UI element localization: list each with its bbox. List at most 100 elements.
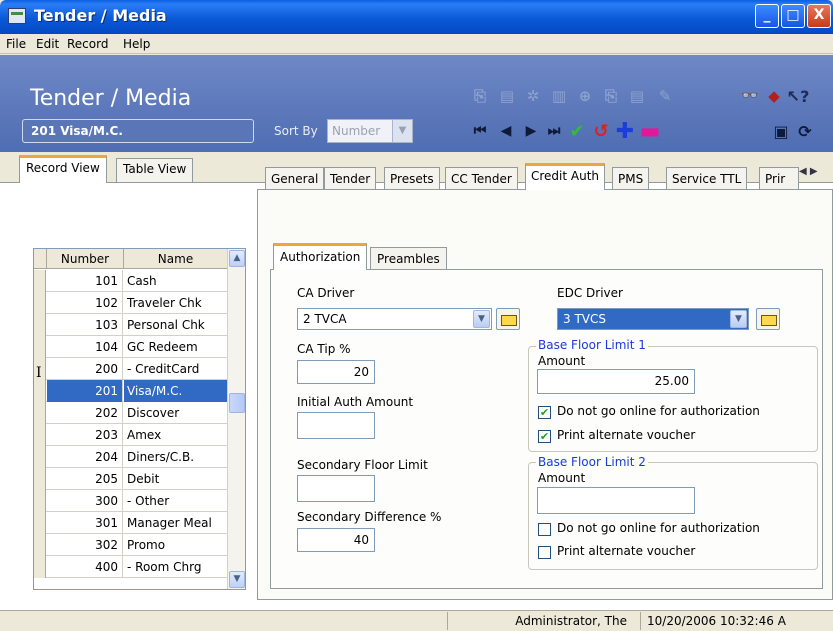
cell-number[interactable]: 300 xyxy=(47,490,123,512)
tab-credit-auth[interactable]: Credit Auth xyxy=(525,163,606,190)
find-binoculars-icon[interactable]: 👓 xyxy=(740,86,760,106)
row-header[interactable] xyxy=(34,380,46,402)
secondary-diff-field[interactable]: 40 xyxy=(297,528,375,552)
column-name[interactable]: Name xyxy=(124,249,227,269)
eraser-icon[interactable]: ◆ xyxy=(764,86,784,106)
refresh-icon[interactable]: ⟳ xyxy=(795,121,815,141)
bfl2-print-voucher-checkbox[interactable] xyxy=(538,546,551,559)
prev-record-icon[interactable]: ◀ xyxy=(496,121,516,141)
cell-name[interactable]: Discover xyxy=(124,402,227,424)
bfl1-no-online-checkbox[interactable]: ✔ xyxy=(538,406,551,419)
first-record-icon[interactable]: ⏮ xyxy=(470,121,490,141)
row-header[interactable] xyxy=(34,490,46,512)
cell-name[interactable]: Debit xyxy=(124,468,227,490)
close-button[interactable]: X xyxy=(807,4,831,28)
tab-table-view[interactable]: Table View xyxy=(116,158,194,182)
add-record-icon[interactable]: ✚ xyxy=(615,119,635,144)
row-header[interactable] xyxy=(34,446,46,468)
scroll-down-icon[interactable]: ▼ xyxy=(229,571,245,588)
cell-number[interactable]: 101 xyxy=(47,270,123,292)
last-record-icon[interactable]: ⏭ xyxy=(544,121,564,141)
cell-number[interactable]: 301 xyxy=(47,512,123,534)
delete-record-icon[interactable]: ▬ xyxy=(640,119,661,144)
row-header[interactable] xyxy=(34,270,46,292)
bfl1-print-voucher-checkbox[interactable]: ✔ xyxy=(538,430,551,443)
row-header[interactable] xyxy=(34,512,46,534)
bfl2-no-online-checkbox[interactable] xyxy=(538,523,551,536)
paste-format-icon[interactable]: ▤ xyxy=(627,86,647,106)
cell-number[interactable]: 102 xyxy=(47,292,123,314)
table-row[interactable]: 205 Debit xyxy=(34,468,227,490)
row-header[interactable] xyxy=(34,314,46,336)
table-row[interactable]: 204 Diners/C.B. xyxy=(34,446,227,468)
cell-number[interactable]: 205 xyxy=(47,468,123,490)
edc-driver-folder-icon[interactable] xyxy=(756,308,780,330)
paste-icon[interactable]: ▤ xyxy=(497,86,517,106)
table-row[interactable]: 302 Promo xyxy=(34,534,227,556)
sort-by-select[interactable]: Number ▼ xyxy=(327,119,413,143)
cell-number[interactable]: 202 xyxy=(47,402,123,424)
copy-icon[interactable]: ⎘ xyxy=(601,86,621,106)
cell-number[interactable]: 302 xyxy=(47,534,123,556)
row-header[interactable] xyxy=(34,402,46,424)
secondary-floor-field[interactable] xyxy=(297,475,375,502)
table-row[interactable]: 301 Manager Meal xyxy=(34,512,227,534)
cell-name[interactable]: - Other xyxy=(124,490,227,512)
table-row[interactable]: 203 Amex xyxy=(34,424,227,446)
wizard-icon[interactable]: ✲ xyxy=(523,86,543,106)
cell-number[interactable]: 200 xyxy=(47,358,123,380)
subtab-authorization[interactable]: Authorization xyxy=(273,243,368,270)
ca-driver-folder-icon[interactable] xyxy=(496,308,520,330)
table-row[interactable]: 102 Traveler Chk xyxy=(34,292,227,314)
table-row[interactable]: 101 Cash xyxy=(34,270,227,292)
minimize-button[interactable]: _ xyxy=(755,4,779,28)
subtab-preambles[interactable]: Preambles xyxy=(370,247,447,269)
tab-scroll-arrows-icon[interactable]: ◀ ▶ xyxy=(799,166,818,177)
tab-pms[interactable]: PMS xyxy=(612,167,650,189)
cell-number[interactable]: 400 xyxy=(47,556,123,578)
print-preview-icon[interactable]: ▣ xyxy=(771,121,791,141)
bfl1-amount-field[interactable]: 25.00 xyxy=(537,369,695,394)
cell-number[interactable]: 104 xyxy=(47,336,123,358)
tab-general[interactable]: General xyxy=(265,167,325,189)
table-row[interactable]: 300- Other xyxy=(34,490,227,512)
table-row[interactable]: 104 GC Redeem xyxy=(34,336,227,358)
row-header[interactable] xyxy=(34,556,46,578)
column-number[interactable]: Number xyxy=(47,249,124,269)
trash-icon[interactable]: ▥ xyxy=(549,86,569,106)
cell-number[interactable]: 204 xyxy=(47,446,123,468)
maximize-button[interactable]: □ xyxy=(781,4,805,28)
edc-driver-select[interactable]: 3 TVCS ▼ xyxy=(557,308,749,330)
cell-number[interactable]: 201 xyxy=(47,380,123,402)
tab-presets[interactable]: Presets xyxy=(384,167,440,189)
cell-number[interactable]: 203 xyxy=(47,424,123,446)
cell-name[interactable]: Visa/M.C. xyxy=(124,380,227,402)
ca-tip-field[interactable]: 20 xyxy=(297,360,375,384)
bfl2-amount-field[interactable] xyxy=(537,487,695,514)
cell-number[interactable]: 103 xyxy=(47,314,123,336)
brush-icon[interactable]: ✎ xyxy=(655,86,675,106)
grid-scrollbar[interactable]: ▲ ▼ xyxy=(227,249,245,589)
tab-printing[interactable]: Prir xyxy=(759,167,799,189)
link-icon[interactable]: ⊕ xyxy=(575,86,595,106)
tab-tender[interactable]: Tender xyxy=(324,167,377,189)
cell-name[interactable]: Promo xyxy=(124,534,227,556)
cell-name[interactable]: - CreditCard xyxy=(124,358,227,380)
tab-cc-tender[interactable]: CC Tender xyxy=(445,167,518,189)
table-row[interactable]: 200- CreditCard xyxy=(34,358,227,380)
scroll-thumb[interactable] xyxy=(229,393,245,413)
row-header[interactable] xyxy=(34,468,46,490)
next-record-icon[interactable]: ▶ xyxy=(521,121,541,141)
cell-name[interactable]: Diners/C.B. xyxy=(124,446,227,468)
cell-name[interactable]: Cash xyxy=(124,270,227,292)
ca-driver-select[interactable]: 2 TVCA ▼ xyxy=(297,308,492,330)
help-pointer-icon[interactable]: ↖? xyxy=(787,86,810,106)
row-header[interactable] xyxy=(34,424,46,446)
tab-record-view[interactable]: Record View xyxy=(19,155,107,183)
copy-record-icon[interactable]: ⎘ xyxy=(470,86,490,106)
cell-name[interactable]: - Room Chrg xyxy=(124,556,227,578)
cell-name[interactable]: Amex xyxy=(124,424,227,446)
row-header[interactable] xyxy=(34,336,46,358)
menu-record[interactable]: Record xyxy=(67,37,108,51)
cell-name[interactable]: Traveler Chk xyxy=(124,292,227,314)
